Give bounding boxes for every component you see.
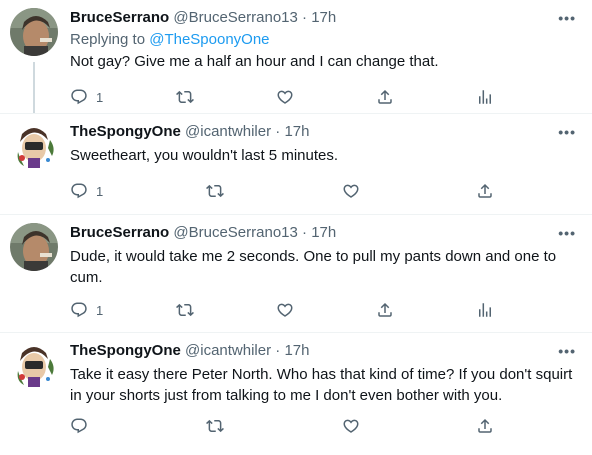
share-icon: [376, 301, 394, 319]
avatar-bruce[interactable]: [10, 223, 58, 271]
separator-dot: ·: [275, 342, 281, 359]
tweet-2[interactable]: TheSpongyOne @icantwhiler · 17h Sweethea…: [0, 114, 592, 214]
retweet-button[interactable]: [206, 181, 224, 201]
tweet-actions: [70, 416, 500, 436]
heart-icon: [342, 417, 360, 435]
author-name[interactable]: BruceSerrano: [70, 9, 169, 26]
tweet-actions: 1: [70, 87, 500, 107]
author-handle[interactable]: @BruceSerrano13: [173, 224, 297, 241]
retweet-button[interactable]: [206, 416, 224, 436]
author-handle[interactable]: @BruceSerrano13: [173, 9, 297, 26]
more-icon[interactable]: •••: [558, 343, 576, 359]
analytics-icon: [476, 301, 494, 319]
tweet-1[interactable]: BruceSerrano @BruceSerrano13 · 17h Reply…: [0, 0, 592, 113]
separator-dot: ·: [302, 9, 308, 26]
avatar-spongy[interactable]: [10, 341, 58, 389]
analytics-button[interactable]: [476, 300, 494, 320]
author-name[interactable]: BruceSerrano: [70, 224, 169, 241]
share-button[interactable]: [476, 416, 494, 436]
avatar-spongy[interactable]: [10, 122, 58, 170]
tweet-timestamp[interactable]: 17h: [284, 123, 309, 140]
reply-icon: [70, 417, 88, 435]
retweet-icon: [176, 88, 194, 106]
reply-button[interactable]: 1: [70, 300, 103, 320]
like-button[interactable]: [342, 181, 360, 201]
reply-icon: [70, 182, 88, 200]
like-button[interactable]: [276, 300, 294, 320]
share-icon: [476, 182, 494, 200]
more-icon[interactable]: •••: [558, 124, 576, 140]
reply-icon: [70, 88, 88, 106]
author-handle[interactable]: @icantwhiler: [185, 342, 271, 359]
tweet-timestamp[interactable]: 17h: [311, 9, 336, 26]
heart-icon: [276, 301, 294, 319]
replying-prefix: Replying to: [70, 31, 150, 48]
share-button[interactable]: [376, 300, 394, 320]
reply-button[interactable]: 1: [70, 181, 103, 201]
tweet-text: Sweetheart, you wouldn't last 5 minutes.: [70, 147, 339, 164]
share-icon: [476, 417, 494, 435]
reply-count: 1: [96, 89, 104, 105]
more-icon[interactable]: •••: [558, 225, 576, 241]
replying-to: Replying to @TheSpoonyOne: [70, 30, 578, 50]
tweet-text: Not gay? Give me a half an hour and I ca…: [70, 53, 439, 70]
reply-count: 1: [96, 302, 104, 318]
author-name[interactable]: TheSpongyOne: [70, 342, 181, 359]
thread-line: [33, 62, 35, 113]
reply-button[interactable]: [70, 416, 88, 436]
like-button[interactable]: [276, 87, 294, 107]
tweet-actions: 1: [70, 181, 500, 201]
retweet-icon: [206, 417, 224, 435]
retweet-button[interactable]: [176, 300, 194, 320]
share-button[interactable]: [476, 181, 494, 201]
tweet-text: Take it easy there Peter North. Who has …: [70, 366, 573, 404]
more-icon[interactable]: •••: [558, 10, 576, 26]
tweet-timestamp[interactable]: 17h: [284, 342, 309, 359]
reply-count: 1: [96, 183, 104, 199]
replying-mention-link[interactable]: @TheSpoonyOne: [149, 31, 269, 48]
tweet-timestamp[interactable]: 17h: [311, 224, 336, 241]
author-handle[interactable]: @icantwhiler: [185, 123, 271, 140]
retweet-icon: [176, 301, 194, 319]
separator-dot: ·: [302, 224, 308, 241]
tweet-3[interactable]: BruceSerrano @BruceSerrano13 · 17h Dude,…: [0, 215, 592, 332]
heart-icon: [342, 182, 360, 200]
share-button[interactable]: [376, 87, 394, 107]
analytics-button[interactable]: [476, 87, 494, 107]
author-name[interactable]: TheSpongyOne: [70, 123, 181, 140]
retweet-icon: [206, 182, 224, 200]
like-button[interactable]: [342, 416, 360, 436]
avatar-bruce[interactable]: [10, 8, 58, 56]
analytics-icon: [476, 88, 494, 106]
reply-button[interactable]: 1: [70, 87, 103, 107]
retweet-button[interactable]: [176, 87, 194, 107]
reply-icon: [70, 301, 88, 319]
share-icon: [376, 88, 394, 106]
tweet-text: Dude, it would take me 2 seconds. One to…: [70, 248, 557, 286]
separator-dot: ·: [275, 123, 281, 140]
tweet-actions: 1: [70, 300, 500, 320]
heart-icon: [276, 88, 294, 106]
tweet-4[interactable]: TheSpongyOne @icantwhiler · 17h Take it …: [0, 333, 592, 455]
